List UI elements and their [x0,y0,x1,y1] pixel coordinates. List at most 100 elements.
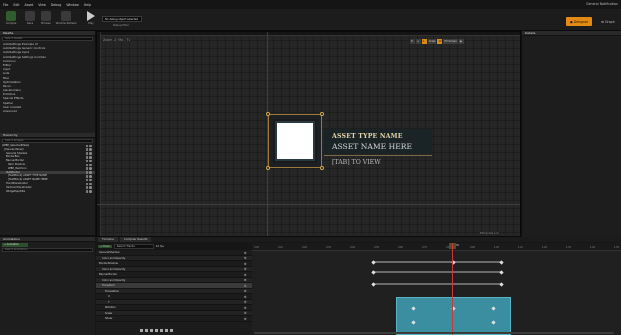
menu-view[interactable]: View [38,3,46,7]
visibility-eye-icon[interactable] [89,167,92,170]
lock-icon[interactable] [85,155,88,159]
canvas-tool-2[interactable]: ≡ [416,39,421,44]
step-forward-icon[interactable] [160,329,163,332]
add-key-icon[interactable] [243,278,247,282]
add-key-icon[interactable] [243,267,247,271]
animations-search-input[interactable]: Search Animations [2,248,93,252]
add-track-button[interactable]: + Track [98,244,112,248]
visibility-eye-icon[interactable] [89,148,92,151]
notification-link[interactable]: General Notification [586,2,618,6]
add-key-icon[interactable] [243,256,247,260]
menu-asset[interactable]: Asset [25,3,34,7]
keyframe[interactable] [499,259,504,265]
visibility-eye-icon[interactable] [89,171,92,174]
corner-handle[interactable] [320,112,324,116]
play-button[interactable]: Play [83,11,99,29]
keyframe[interactable] [499,281,504,287]
visibility-eye-icon[interactable] [89,155,92,159]
lock-icon[interactable] [85,178,88,182]
timeline-track[interactable]: Shear [96,316,252,322]
visibility-eye-icon[interactable] [89,178,92,182]
window-refresh-button[interactable]: Window Refresh [56,11,76,29]
lock-icon[interactable] [85,167,88,170]
menu-edit[interactable]: Edit [13,3,19,7]
palette-search-input[interactable]: Search Palette [2,37,93,41]
visibility-eye-icon[interactable] [89,190,92,193]
tab-to-view-hint[interactable]: [TAB] TO VIEW [332,159,381,166]
lock-icon[interactable] [85,190,88,193]
palette-category[interactable]: Advanced [0,109,95,113]
add-key-icon[interactable] [243,295,247,299]
menu-file[interactable]: File [3,3,8,7]
lock-icon[interactable] [85,171,88,174]
visibility-eye-icon[interactable] [89,152,92,155]
timeline-scrollbar[interactable] [254,332,614,334]
play-icon[interactable] [155,329,158,332]
add-key-icon[interactable] [243,317,247,321]
visibility-eye-icon[interactable] [89,186,92,189]
hierarchy-search-input[interactable]: Search Widgets [2,139,93,143]
lock-icon[interactable] [85,163,88,167]
designer-mode-button[interactable]: ▣ Designer [566,17,592,26]
canvas-tool-3[interactable]: 1 [422,39,427,44]
track-section-bar[interactable] [372,271,502,274]
add-key-icon[interactable] [243,273,247,277]
visibility-eye-icon[interactable] [89,174,92,178]
corner-handle[interactable] [320,166,324,170]
play-reverse-icon[interactable] [150,329,153,332]
skip-back-icon[interactable] [140,329,143,332]
item-frame[interactable] [266,112,324,170]
canvas-tool-grid[interactable]: 10 [437,39,443,44]
loop-icon[interactable] [170,329,173,332]
lock-icon[interactable] [85,159,88,163]
fps-select[interactable]: 20 fps [156,245,164,248]
canvas-tool-frame[interactable]: ▣ [458,39,464,44]
track-section-bar[interactable] [372,261,502,264]
add-key-icon[interactable] [243,311,247,315]
debug-object-select[interactable]: No debug object selected [102,16,142,22]
skip-forward-icon[interactable] [165,329,168,332]
add-key-icon[interactable] [243,284,247,288]
asset-type-name-text[interactable]: ASSET TYPE NAME [332,133,403,140]
corner-handle[interactable] [266,112,270,116]
hierarchy-item[interactable]: WidgetSpotlite [0,190,95,194]
fill-screen-select[interactable]: Fill Screen [443,39,458,44]
canvas-tool-1[interactable]: R [410,39,415,44]
timeline-area[interactable]: 0.000.100.200.300.400.500.600.700.800.90… [252,243,621,335]
timeline-ruler[interactable]: 0.000.100.200.300.400.500.600.700.800.90… [252,243,621,251]
tab-compiler-results[interactable]: Compiler Results [119,237,152,242]
save-button[interactable]: Save [22,11,38,29]
selected-transform-section[interactable] [396,297,511,335]
playhead[interactable] [452,243,453,335]
asset-name-text[interactable]: ASSET NAME HERE [332,142,412,151]
lock-icon[interactable] [85,152,88,155]
compile-button[interactable]: Compile [3,11,19,29]
corner-handle[interactable] [266,166,270,170]
add-key-icon[interactable] [243,306,247,310]
visibility-eye-icon[interactable] [89,182,92,186]
browse-button[interactable]: Browse [38,11,54,29]
add-key-icon[interactable] [243,262,247,266]
visibility-eye-icon[interactable] [89,144,92,148]
step-back-icon[interactable] [145,329,148,332]
track-filter-input[interactable]: Search Tracks [113,243,154,249]
graph-mode-button[interactable]: ⊞ Graph [597,17,619,26]
add-key-icon[interactable] [243,289,247,293]
visibility-eye-icon[interactable] [89,159,92,163]
lock-icon[interactable] [85,182,88,186]
designer-canvas[interactable]: Zoom -2 Mo - 71 R ≡ 1 Scale 10 Fill Scre… [96,31,521,237]
add-key-icon[interactable] [243,251,247,255]
lock-icon[interactable] [85,144,88,148]
lock-icon[interactable] [85,174,88,178]
lock-icon[interactable] [85,148,88,151]
add-key-icon[interactable] [243,300,247,304]
canvas-tool-scale[interactable]: Scale [428,39,437,44]
add-animation-button[interactable]: + Animation [2,243,28,247]
keyframe[interactable] [499,269,504,275]
track-section-bar[interactable] [372,283,502,286]
menu-window[interactable]: Window [66,3,79,7]
lock-icon[interactable] [85,186,88,189]
tab-timeline[interactable]: Timeline [98,237,118,242]
visibility-eye-icon[interactable] [89,163,92,167]
menu-help[interactable]: Help [84,3,91,7]
